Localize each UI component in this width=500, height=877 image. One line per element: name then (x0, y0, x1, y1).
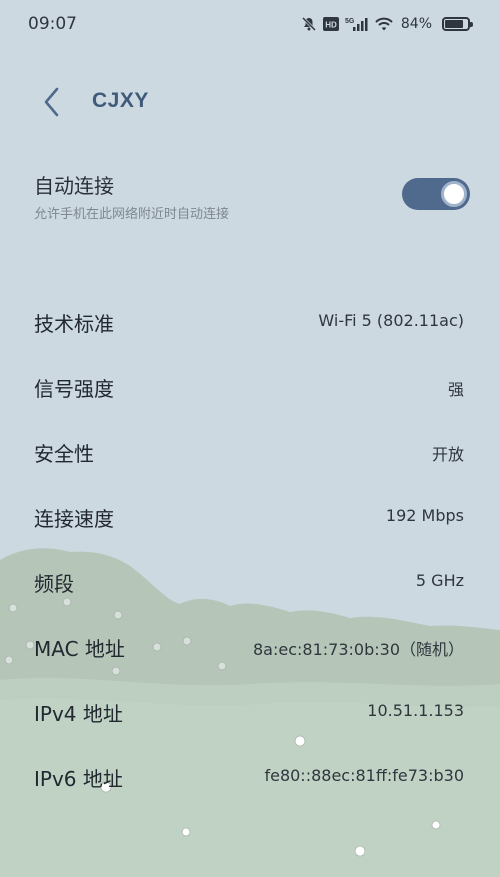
detail-label: 信号强度 (34, 377, 114, 401)
detail-label: 安全性 (34, 442, 94, 466)
detail-row-speed: 连接速度 192 Mbps (0, 485, 500, 549)
auto-connect-toggle[interactable] (402, 178, 470, 210)
battery-percent: 84% (400, 16, 432, 32)
page-title: CJXY (92, 89, 149, 112)
detail-row-ipv4: IPv4 地址 10.51.1.153 (0, 680, 500, 744)
detail-value: 10.51.1.153 (367, 701, 464, 720)
5g-signal-icon: 5G (345, 16, 369, 32)
detail-label: MAC 地址 (34, 637, 125, 661)
wifi-icon (375, 16, 393, 32)
detail-row-standard: 技术标准 Wi-Fi 5 (802.11ac) (0, 290, 500, 354)
detail-row-security: 安全性 开放 (0, 420, 500, 484)
auto-connect-title: 自动连接 (34, 174, 114, 198)
detail-value: 8a:ec:81:73:0b:30（随机） (253, 640, 464, 659)
detail-value: Wi-Fi 5 (802.11ac) (318, 311, 464, 330)
detail-value: fe80::88ec:81ff:fe73:b30 (264, 766, 464, 785)
chevron-left-icon (44, 87, 59, 117)
detail-value: 5 GHz (415, 571, 464, 590)
battery-icon (442, 17, 473, 31)
detail-label: IPv6 地址 (34, 767, 123, 791)
status-icons: HD 5G 84% (301, 13, 473, 35)
svg-text:5G: 5G (345, 18, 355, 25)
detail-row-ipv6: IPv6 地址 fe80::88ec:81ff:fe73:b30 (0, 745, 500, 809)
detail-label: 频段 (34, 572, 74, 596)
detail-row-mac: MAC 地址 8a:ec:81:73:0b:30（随机） (0, 615, 500, 679)
status-time: 09:07 (28, 14, 77, 34)
hd-icon: HD (322, 16, 339, 32)
detail-row-signal: 信号强度 强 (0, 355, 500, 419)
detail-value: 强 (447, 380, 464, 399)
auto-connect-subtitle: 允许手机在此网络附近时自动连接 (34, 207, 230, 222)
detail-value: 192 Mbps (385, 506, 464, 525)
battery-level-fill (445, 20, 463, 28)
detail-row-band: 频段 5 GHz (0, 550, 500, 614)
detail-value: 开放 (431, 445, 464, 464)
detail-label: 技术标准 (34, 312, 114, 336)
back-button[interactable] (34, 84, 70, 120)
svg-text:HD: HD (325, 21, 337, 30)
detail-label: 连接速度 (34, 507, 114, 531)
bell-muted-icon (301, 16, 317, 32)
detail-label: IPv4 地址 (34, 702, 123, 726)
toggle-knob (441, 181, 467, 207)
